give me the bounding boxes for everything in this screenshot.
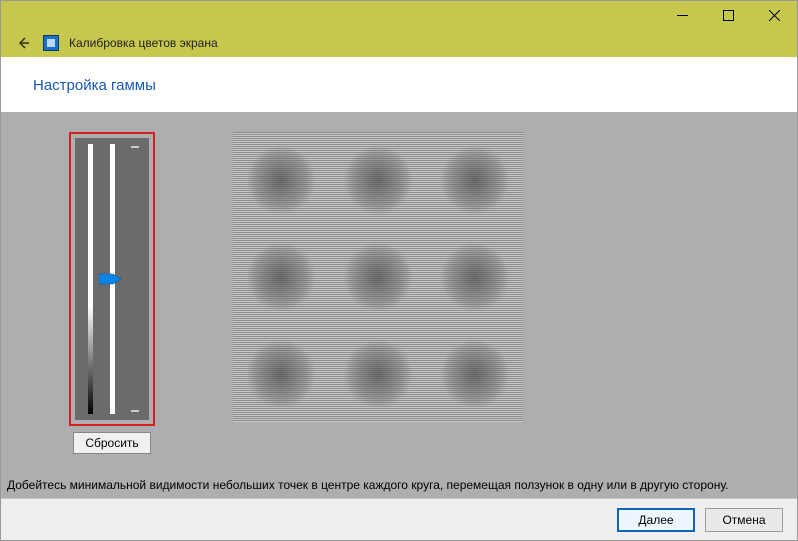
next-button[interactable]: Далее: [617, 508, 695, 532]
reset-button[interactable]: Сбросить: [73, 432, 151, 454]
gamma-dot: [233, 325, 330, 422]
title-bar: Калибровка цветов экрана: [1, 1, 797, 57]
gamma-dot: [330, 325, 427, 422]
app-icon: [43, 35, 59, 51]
gamma-dot: [426, 229, 523, 326]
slider-highlight-box: [69, 132, 155, 426]
minimize-button[interactable]: [659, 1, 705, 29]
slider-tick-top: [131, 146, 139, 148]
adjust-row: Сбросить: [1, 132, 797, 454]
page-heading: Настройка гаммы: [1, 57, 797, 112]
slider-tick-bottom: [131, 410, 139, 412]
content-area: Настройка гаммы: [1, 57, 797, 540]
cancel-button[interactable]: Отмена: [705, 508, 783, 532]
gamma-test-pattern: [233, 132, 523, 422]
gamma-dot: [330, 229, 427, 326]
window-title: Калибровка цветов экрана: [69, 36, 218, 50]
title-bar-lower: Калибровка цветов экрана: [1, 29, 797, 57]
calibration-canvas: Сбросить Добейтесь минимальной видимости…: [1, 112, 797, 498]
gamma-dot: [330, 132, 427, 229]
instruction-text: Добейтесь минимальной видимости небольши…: [1, 470, 797, 498]
gamma-dot: [233, 132, 330, 229]
maximize-button[interactable]: [705, 1, 751, 29]
reset-button-label: Сбросить: [85, 436, 138, 450]
slider-scale-dark: [88, 144, 93, 414]
slider-column: Сбросить: [69, 132, 155, 454]
gamma-dot: [426, 325, 523, 422]
close-button[interactable]: [751, 1, 797, 29]
back-button[interactable]: [13, 33, 33, 53]
footer-bar: Далее Отмена: [1, 498, 797, 540]
gamma-dot: [426, 132, 523, 229]
window-controls-row: [1, 1, 797, 29]
slider-thumb[interactable]: [99, 272, 121, 286]
window-controls: [659, 1, 797, 29]
gamma-dot: [233, 229, 330, 326]
gamma-slider[interactable]: [75, 138, 149, 420]
